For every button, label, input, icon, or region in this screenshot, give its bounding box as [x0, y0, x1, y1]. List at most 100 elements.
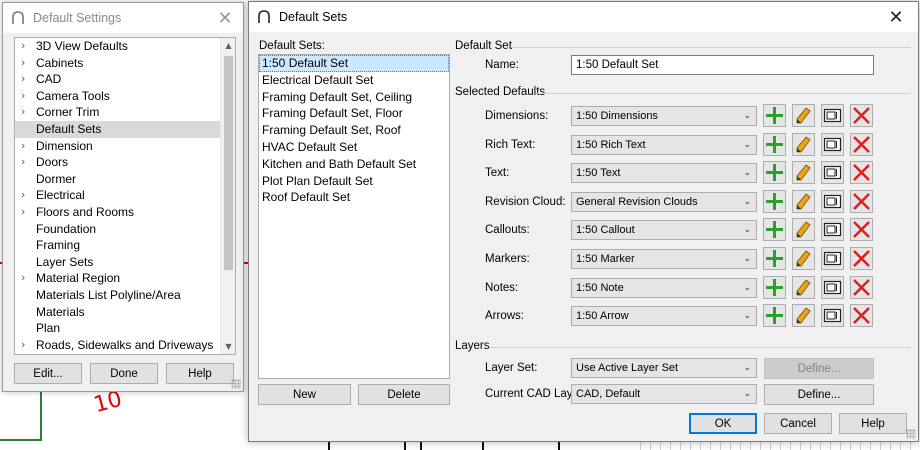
properties-button[interactable] [821, 189, 844, 213]
tree-item-layer-sets[interactable]: Layer Sets [15, 254, 222, 271]
edit-button[interactable]: Edit... [14, 363, 82, 384]
tree-item-default-sets[interactable]: Default Sets [15, 120, 222, 138]
delete-button[interactable] [850, 189, 873, 213]
default-select-notes[interactable]: 1:50 Note ⌄ [571, 277, 757, 298]
delete-button[interactable] [850, 104, 873, 127]
tree-item-material-region[interactable]: › Material Region [15, 270, 222, 287]
scroll-up-icon[interactable]: ▲ [221, 38, 235, 53]
chevron-right-icon[interactable]: › [21, 38, 25, 55]
help-button[interactable]: Help [166, 363, 234, 384]
settings-tree[interactable]: › 3D View Defaults › Cabinets › CAD › Camera To… [14, 37, 236, 355]
cad-layer-select[interactable]: CAD, Default ⌄ [571, 384, 757, 404]
cad-layer-define-button[interactable]: Define... [764, 384, 874, 405]
properties-button[interactable] [821, 132, 844, 156]
properties-button[interactable] [821, 247, 844, 270]
default-select-revision-cloud[interactable]: General Revision Clouds ⌄ [571, 191, 757, 212]
properties-button[interactable] [821, 104, 844, 127]
pencil-button[interactable] [792, 132, 815, 156]
cancel-button[interactable]: Cancel [764, 413, 832, 434]
chevron-right-icon[interactable]: › [21, 204, 25, 221]
list-item[interactable]: Plot Plan Default Set [259, 173, 449, 190]
pencil-button[interactable] [792, 161, 815, 185]
sets-titlebar[interactable]: Default Sets ✕ [249, 2, 918, 32]
delete-button[interactable] [850, 247, 873, 270]
delete-button[interactable] [850, 304, 873, 328]
list-item[interactable]: Kitchen and Bath Default Set [259, 156, 449, 173]
scroll-down-icon[interactable]: ▼ [221, 339, 235, 354]
list-item[interactable]: Framing Default Set, Floor [259, 105, 449, 122]
list-item[interactable]: HVAC Default Set [259, 139, 449, 156]
layer-set-select[interactable]: Use Active Layer Set ⌄ [571, 358, 757, 378]
add-button[interactable] [763, 132, 786, 156]
default-select-dimensions[interactable]: 1:50 Dimensions ⌄ [571, 106, 757, 126]
pencil-button[interactable] [792, 247, 815, 270]
add-button[interactable] [763, 304, 786, 328]
add-button[interactable] [763, 247, 786, 270]
default-sets-list[interactable]: 1:50 Default Set Electrical Default Set Fr… [258, 54, 450, 379]
list-item[interactable]: Framing Default Set, Ceiling [259, 89, 449, 106]
add-button[interactable] [763, 189, 786, 213]
default-select-rich-text[interactable]: 1:50 Rich Text ⌄ [571, 134, 757, 155]
tree-item-camera-tools[interactable]: › Camera Tools [15, 88, 222, 105]
chevron-right-icon[interactable]: › [21, 154, 25, 171]
resize-grip[interactable] [231, 379, 241, 389]
add-button[interactable] [763, 161, 786, 185]
new-set-button[interactable]: New [258, 384, 351, 405]
pencil-button[interactable] [792, 104, 815, 127]
close-icon[interactable]: ✕ [213, 7, 237, 29]
pencil-button[interactable] [792, 304, 815, 328]
chevron-right-icon[interactable]: › [21, 88, 25, 105]
tree-item-materials-list-polyline-area[interactable]: Materials List Polyline/Area [15, 287, 222, 304]
list-item[interactable]: Roof Default Set [259, 189, 449, 206]
scroll-thumb[interactable] [224, 56, 233, 270]
properties-button[interactable] [821, 275, 844, 299]
chevron-right-icon[interactable]: › [21, 138, 25, 155]
delete-button[interactable] [850, 132, 873, 156]
default-select-arrows[interactable]: 1:50 Arrow ⌄ [571, 306, 757, 327]
properties-button[interactable] [821, 218, 844, 242]
name-input[interactable]: 1:50 Default Set [571, 55, 874, 75]
chevron-right-icon[interactable]: › [21, 270, 25, 287]
chevron-right-icon[interactable]: › [21, 55, 25, 72]
settings-titlebar[interactable]: Default Settings ✕ [3, 3, 243, 33]
add-button[interactable] [763, 275, 786, 299]
tree-scrollbar[interactable]: ▲ ▼ [220, 38, 235, 354]
tree-item-materials[interactable]: Materials [15, 304, 222, 321]
tree-item-cad[interactable]: › CAD [15, 71, 222, 88]
list-item[interactable]: Electrical Default Set [259, 72, 449, 89]
properties-button[interactable] [821, 304, 844, 328]
tree-item-roads-sidewalks-and-driveways[interactable]: › Roads, Sidewalks and Driveways [15, 337, 222, 354]
chevron-right-icon[interactable]: › [21, 187, 25, 204]
list-item[interactable]: Framing Default Set, Roof [259, 122, 449, 139]
delete-set-button[interactable]: Delete [358, 384, 450, 405]
tree-item-3d-view-defaults[interactable]: › 3D View Defaults [15, 38, 222, 55]
default-select-text[interactable]: 1:50 Text ⌄ [571, 163, 757, 184]
delete-button[interactable] [850, 218, 873, 242]
help-button[interactable]: Help [839, 413, 907, 434]
tree-item-framing[interactable]: Framing [15, 237, 222, 254]
tree-item-corner-trim[interactable]: › Corner Trim [15, 104, 222, 121]
tree-item-doors[interactable]: › Doors [15, 154, 222, 171]
tree-item-plan[interactable]: Plan [15, 320, 222, 337]
tree-item-dormer[interactable]: Dormer [15, 171, 222, 188]
chevron-right-icon[interactable]: › [21, 337, 25, 354]
resize-grip[interactable] [906, 429, 916, 439]
done-button[interactable]: Done [90, 363, 158, 384]
tree-item-electrical[interactable]: › Electrical [15, 187, 222, 204]
delete-button[interactable] [850, 275, 873, 299]
tree-item-foundation[interactable]: Foundation [15, 221, 222, 238]
chevron-right-icon[interactable]: › [21, 104, 25, 121]
default-select-callouts[interactable]: 1:50 Callout ⌄ [571, 220, 757, 241]
delete-button[interactable] [850, 161, 873, 185]
tree-item-cabinets[interactable]: › Cabinets [15, 55, 222, 72]
add-button[interactable] [763, 104, 786, 127]
chevron-right-icon[interactable]: › [21, 71, 25, 88]
pencil-button[interactable] [792, 275, 815, 299]
close-icon[interactable]: ✕ [884, 6, 908, 28]
default-select-markers[interactable]: 1:50 Marker ⌄ [571, 249, 757, 269]
properties-button[interactable] [821, 161, 844, 185]
ok-button[interactable]: OK [689, 413, 757, 434]
pencil-button[interactable] [792, 218, 815, 242]
list-item[interactable]: 1:50 Default Set [259, 55, 449, 72]
add-button[interactable] [763, 218, 786, 242]
